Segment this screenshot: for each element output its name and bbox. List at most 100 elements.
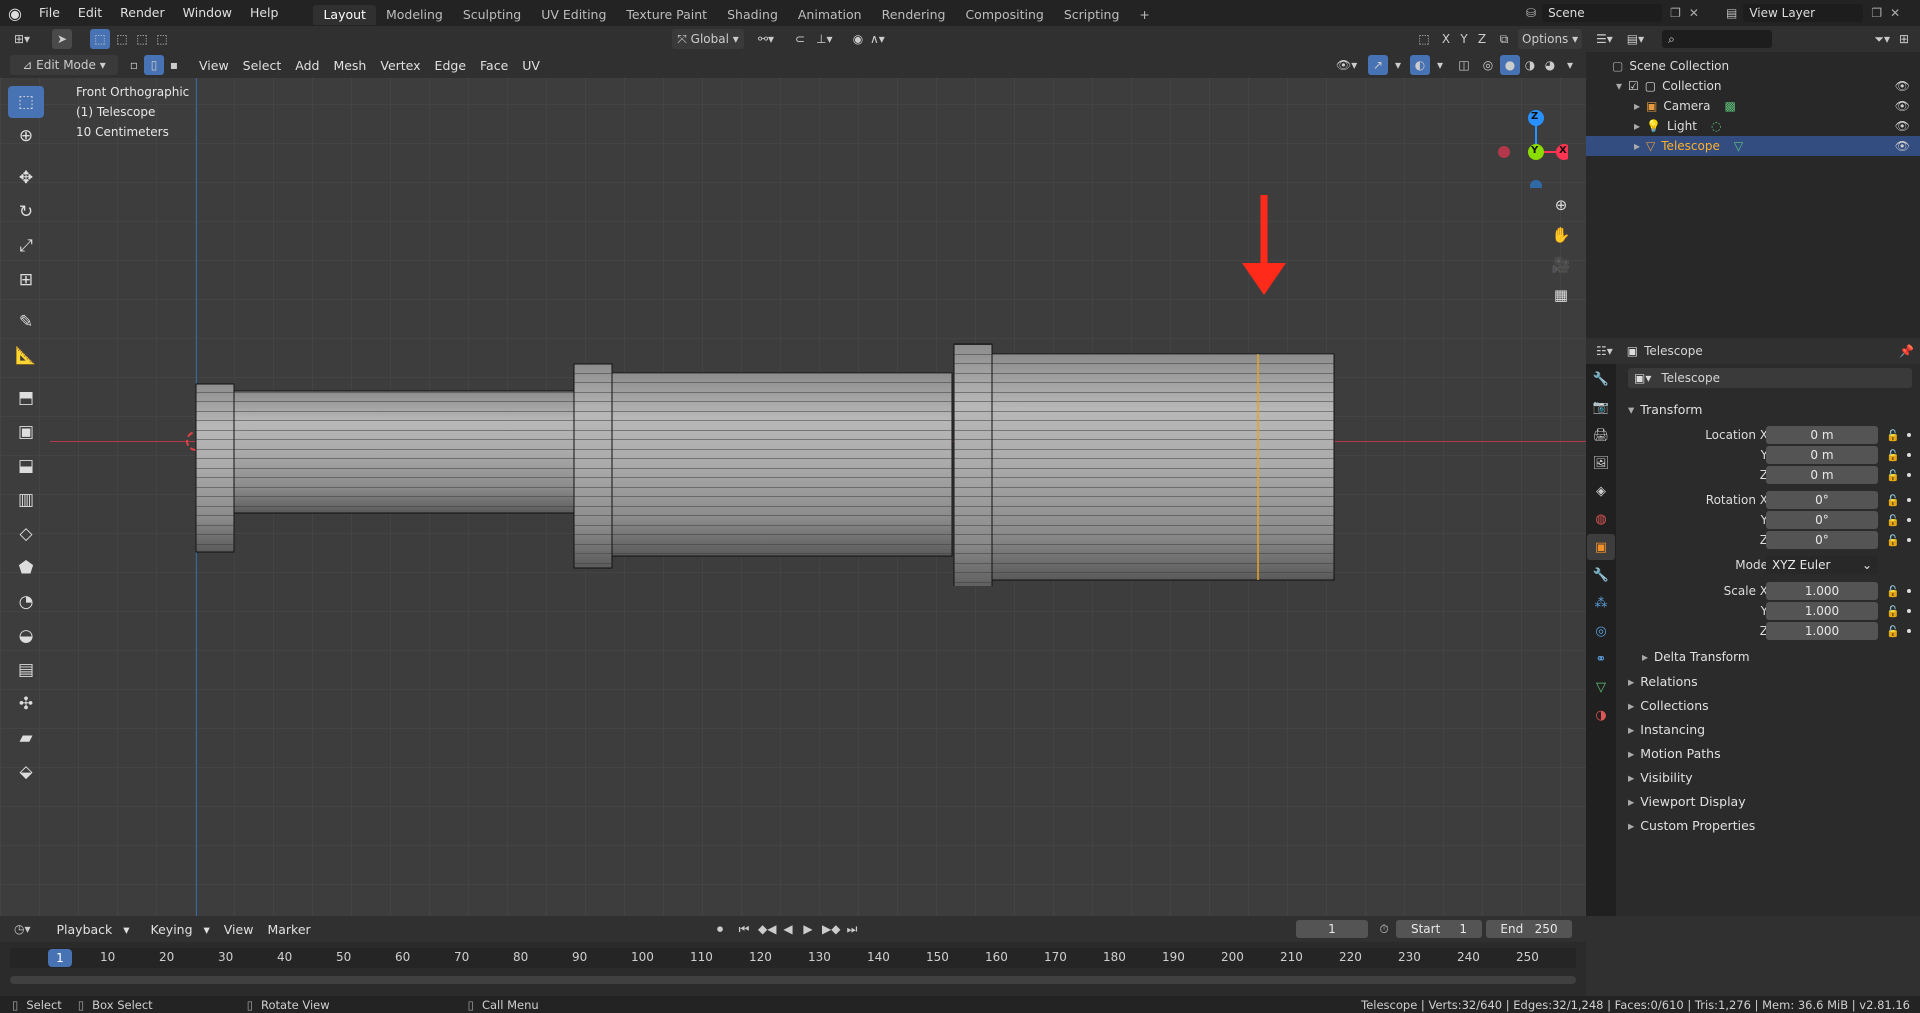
snap-icon[interactable]: ⊂ [790,29,810,49]
copy-icon[interactable]: ❐ [1670,6,1681,20]
timeline-editor-icon[interactable]: ◷▾ [10,919,35,939]
rotation-mode-dropdown[interactable]: XYZ Euler ⌄ [1766,556,1878,574]
zoom-icon[interactable]: ⊕ [1548,192,1574,218]
inset-tool-icon[interactable]: ▣ [8,416,44,448]
eye-icon[interactable]: 👁 [1895,79,1910,93]
menu-face[interactable]: Face [473,58,515,73]
checkbox-icon[interactable]: ☑ [1628,79,1639,93]
shading-dropdown-icon[interactable]: ▾ [1560,55,1580,75]
annotate-tool-icon[interactable]: ✎ [8,306,44,338]
3d-viewport[interactable]: ⊞▾ ➤ ⬚ ⬚ ⬚ ⬚ ⤧ Global ▾ ⚯▾ ⊂ ⊥▾ ◉ ∧▾ ⬚ X… [0,26,1586,916]
lock-icon[interactable]: 🔓 [1886,534,1900,547]
material-tab-icon[interactable]: ◑ [1587,702,1615,728]
keyframe-dot-icon[interactable] [1907,538,1911,542]
lock-icon[interactable]: 🔓 [1886,494,1900,507]
lock-icon[interactable]: 🔓 [1886,449,1900,462]
output-tab-icon[interactable]: 🖨 [1587,422,1615,448]
select-mode-extend-icon[interactable]: ⬚ [112,29,132,49]
physics-tab-icon[interactable]: ◎ [1587,618,1615,644]
menu-vertex[interactable]: Vertex [373,58,427,73]
location-y-field[interactable]: 0 m [1766,446,1878,464]
object-visibility-icon[interactable]: 👁▾ [1332,55,1361,75]
close-icon[interactable]: ✕ [1890,6,1900,20]
keyframe-dot-icon[interactable] [1907,589,1911,593]
preview-range-icon[interactable]: ⏱ [1374,919,1394,939]
render-tab-icon[interactable]: 📷 [1587,394,1615,420]
particles-tab-icon[interactable]: ⁂ [1587,590,1615,616]
properties-editor-icon[interactable]: ☷▾ [1592,341,1617,361]
rotation-z-field[interactable]: 0° [1766,531,1878,549]
frame-ruler[interactable]: 1 10 20 30 40 50 60 70 80 90 100 110 120 130 140 150 16… [10,948,1576,968]
shear-tool-icon[interactable]: ▰ [8,722,44,754]
object-tab-icon[interactable]: ▣ [1587,534,1615,560]
menu-file[interactable]: File [30,0,69,26]
jump-end-icon[interactable]: ⏭ [842,919,862,939]
menu-view[interactable]: View [192,58,236,73]
visibility-panel-header[interactable]: ▸ Visibility [1628,766,1693,788]
wireframe-shading-icon[interactable]: ◎ [1478,55,1498,75]
view-layer-field[interactable]: View Layer [1743,4,1864,22]
add-workspace-button[interactable]: + [1129,5,1159,25]
transform-panel-header[interactable]: ▾ Transform [1628,398,1702,420]
outliner-collection[interactable]: ▾ ☑ ▢ Collection 👁 [1586,76,1920,96]
end-frame-field[interactable]: End 250 [1486,920,1572,938]
location-z-field[interactable]: 0 m [1766,466,1878,484]
modifier-tab-icon[interactable]: 🔧 [1587,562,1615,588]
outliner-search-input[interactable]: ⌕ [1662,30,1773,48]
object-name-field[interactable]: Telescope [1661,371,1720,385]
display-mode-icon[interactable]: ▤▾ [1623,29,1648,49]
eye-icon[interactable]: 👁 [1895,99,1910,113]
mirror-z-toggle[interactable]: Z [1472,29,1492,49]
select-tool-icon[interactable]: ➤ [52,29,72,49]
scale-y-field[interactable]: 1.000 [1766,602,1878,620]
move-tool-icon[interactable]: ✥ [8,162,44,194]
loop-cut-tool-icon[interactable]: ▥ [8,484,44,516]
keyframe-dot-icon[interactable] [1907,518,1911,522]
menu-uv[interactable]: UV [515,58,547,73]
transform-orientation-dropdown[interactable]: ⤧ Global ▾ [672,29,744,49]
tab-animation[interactable]: Animation [788,5,872,25]
menu-timeline-view[interactable]: View [217,922,261,937]
orthographic-grid-icon[interactable]: ▦ [1548,282,1574,308]
menu-render[interactable]: Render [111,0,174,26]
menu-edit[interactable]: Edit [69,0,111,26]
view-layer-icon[interactable]: ▤ [1726,6,1737,20]
lock-icon[interactable]: 🔓 [1886,585,1900,598]
constraints-tab-icon[interactable]: ⚭ [1587,646,1615,672]
gizmo-dropdown-icon[interactable]: ▾ [1388,55,1408,75]
scene-tab-icon[interactable]: ◈ [1587,478,1615,504]
location-x-field[interactable]: 0 m [1766,426,1878,444]
tool-tab-icon[interactable]: 🔧 [1587,366,1615,392]
eye-icon[interactable]: 👁 [1895,139,1910,153]
telescope-mesh[interactable] [180,316,1350,586]
outliner-editor-icon[interactable]: ☰▾ [1592,29,1617,49]
keyframe-dot-icon[interactable] [1907,498,1911,502]
shrink-fatten-tool-icon[interactable]: ✣ [8,688,44,720]
tab-layout[interactable]: Layout [313,4,376,25]
knife-tool-icon[interactable]: ◇ [8,518,44,550]
delta-transform-header[interactable]: ▸ Delta Transform [1642,646,1750,668]
camera-data-icon[interactable]: ▩ [1724,99,1735,113]
auto-merge-icon[interactable]: ⧉ [1494,29,1514,49]
tab-shading[interactable]: Shading [717,5,788,25]
play-icon[interactable]: ▶ [798,919,818,939]
pivot-point-icon[interactable]: ⚯▾ [754,29,778,49]
filter-icon[interactable]: ⏷▾ [1870,29,1894,49]
mesh-data-icon[interactable]: ▽ [1734,139,1743,153]
menu-mesh[interactable]: Mesh [326,58,373,73]
select-box-tool-icon[interactable]: ⬚ [8,86,44,118]
gizmo-toggle-icon[interactable]: ↗ [1368,55,1388,75]
bevel-tool-icon[interactable]: ⬓ [8,450,44,482]
tab-uv-editing[interactable]: UV Editing [531,5,616,25]
rendered-shading-icon[interactable]: ◕ [1540,55,1560,75]
tab-scripting[interactable]: Scripting [1054,5,1130,25]
eye-icon[interactable]: 👁 [1895,119,1910,133]
expand-arrow-icon[interactable]: ▸ [1634,119,1640,133]
expand-arrow-icon[interactable]: ▸ [1634,139,1640,153]
rotation-y-field[interactable]: 0° [1766,511,1878,529]
measure-tool-icon[interactable]: 📐 [8,340,44,372]
tab-rendering[interactable]: Rendering [872,5,956,25]
keyframe-dot-icon[interactable] [1907,609,1911,613]
mirror-y-toggle[interactable]: Y [1454,29,1474,49]
lock-icon[interactable]: 🔓 [1886,429,1900,442]
